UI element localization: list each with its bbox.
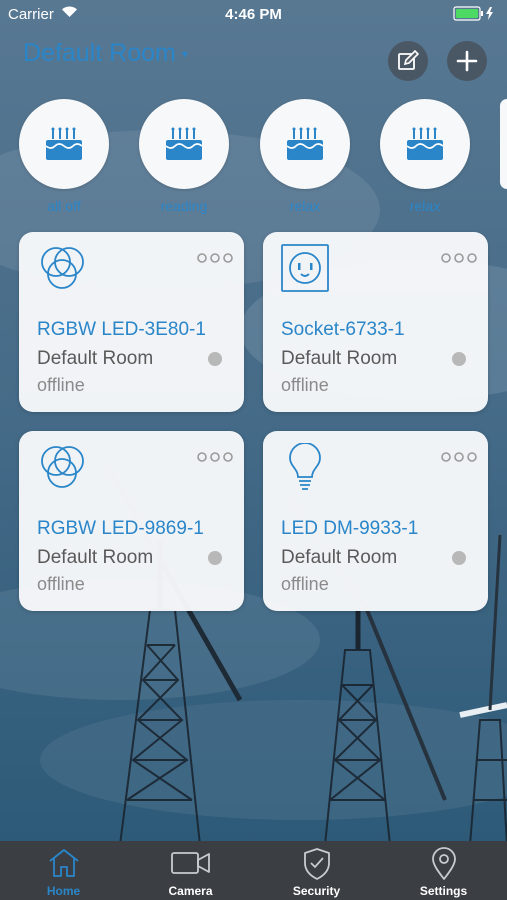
- socket-icon: [281, 244, 331, 299]
- status-time: 4:46 PM: [225, 6, 282, 23]
- tab-settings[interactable]: Settings: [393, 841, 494, 900]
- tab-label: Settings: [419, 884, 468, 898]
- scene-label: relax: [289, 198, 321, 214]
- rgb-circles-icon: [37, 244, 87, 299]
- scene-label: reading: [160, 198, 208, 214]
- device-status: offline: [281, 375, 329, 395]
- device-name: Socket-6733-1: [281, 319, 405, 340]
- status-indicator: [452, 551, 466, 565]
- scene-button[interactable]: [19, 99, 109, 189]
- device-card[interactable]: RGBW LED-9869-1 Default Room offline: [19, 431, 244, 611]
- shield-icon: [266, 847, 367, 881]
- scene-relax[interactable]: relax: [380, 99, 470, 216]
- device-status: offline: [37, 375, 85, 395]
- cake-icon: [406, 127, 444, 160]
- status-indicator: [208, 352, 222, 366]
- device-name: RGBW LED-9869-1: [37, 518, 204, 539]
- more-options-icon[interactable]: [440, 251, 478, 269]
- edit-icon: [398, 50, 419, 70]
- tab-camera[interactable]: Camera: [140, 841, 241, 900]
- status-bar: Carrier 4:46 PM: [0, 0, 507, 30]
- more-options-icon[interactable]: [196, 450, 234, 468]
- status-indicator: [208, 551, 222, 565]
- tab-label: Home: [46, 884, 81, 898]
- home-icon: [13, 847, 114, 879]
- scene-relax[interactable]: relax: [260, 99, 350, 216]
- scene-button[interactable]: [260, 99, 350, 189]
- cake-icon: [165, 127, 203, 160]
- tab-bar: Home Camera Security Settings: [0, 841, 507, 900]
- scene-reading[interactable]: reading: [139, 99, 229, 216]
- scene-button[interactable]: [139, 99, 229, 189]
- bulb-icon: [281, 442, 331, 498]
- battery-icon: [453, 6, 499, 26]
- device-status: offline: [281, 574, 329, 594]
- plus-icon: [456, 50, 478, 72]
- device-status: offline: [37, 574, 85, 594]
- room-title: Default Room: [23, 39, 176, 67]
- location-pin-icon: [393, 847, 494, 881]
- tab-label: Camera: [168, 884, 213, 898]
- device-name: LED DM-9933-1: [281, 518, 419, 539]
- scene-label: relax: [409, 198, 441, 214]
- room-selector[interactable]: Default Room ▾: [23, 39, 188, 68]
- tab-home[interactable]: Home: [13, 841, 114, 900]
- cake-icon: [45, 127, 83, 160]
- tab-label: Security: [292, 884, 341, 898]
- camera-icon: [140, 847, 241, 879]
- add-device-button[interactable]: [447, 41, 487, 81]
- edit-button[interactable]: [388, 41, 428, 81]
- device-card[interactable]: Socket-6733-1 Default Room offline: [263, 232, 488, 412]
- scene-button[interactable]: [380, 99, 470, 189]
- more-options-icon[interactable]: [440, 450, 478, 468]
- rgb-circles-icon: [37, 443, 87, 498]
- device-name: RGBW LED-3E80-1: [37, 319, 206, 340]
- status-indicator: [452, 352, 466, 366]
- device-card[interactable]: RGBW LED-3E80-1 Default Room offline: [19, 232, 244, 412]
- chevron-down-icon: ▾: [181, 47, 188, 62]
- scene-label: all off: [47, 198, 81, 214]
- scene-all-off[interactable]: all off: [19, 99, 109, 216]
- device-room: Default Room: [37, 547, 154, 568]
- more-options-icon[interactable]: [196, 251, 234, 269]
- device-room: Default Room: [37, 348, 154, 369]
- scene-partial[interactable]: [500, 99, 507, 189]
- device-room: Default Room: [281, 348, 398, 369]
- device-room: Default Room: [281, 547, 398, 568]
- cake-icon: [286, 127, 324, 160]
- device-card[interactable]: LED DM-9933-1 Default Room offline: [263, 431, 488, 611]
- tab-security[interactable]: Security: [266, 841, 367, 900]
